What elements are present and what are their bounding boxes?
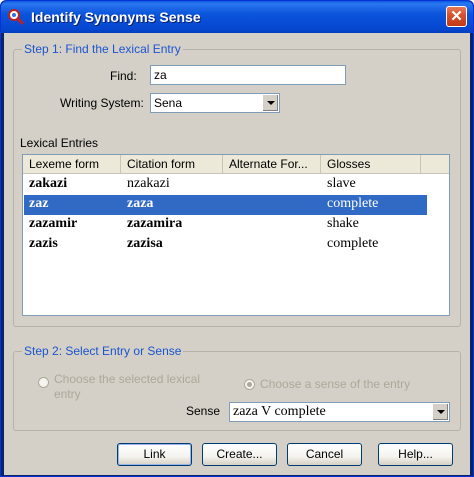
lexeme-cell: zakazi	[29, 176, 68, 191]
radio-choose-entry-label-line2: entry	[54, 387, 81, 401]
column-header-citation-form[interactable]: Citation form	[121, 155, 223, 173]
writing-system-label: Writing System:	[60, 96, 144, 110]
citation-cell: nzakazi	[127, 176, 170, 191]
list-header: Lexeme form Citation form Alternate For.…	[23, 155, 449, 174]
citation-cell: zaza	[127, 196, 154, 211]
synonyms-app-icon	[8, 9, 25, 26]
gloss-cell: complete	[327, 236, 379, 251]
sense-value: zaza V complete	[233, 404, 326, 419]
sense-select[interactable]: zaza V complete	[229, 402, 450, 422]
table-row[interactable]: zakazi nzakazi slave	[24, 175, 427, 195]
table-row-selected[interactable]: zaz zaza complete	[24, 195, 427, 215]
lexeme-cell: zazamir	[29, 216, 78, 231]
lexical-entries-list[interactable]: Lexeme form Citation form Alternate For.…	[22, 154, 450, 316]
citation-cell: zazisa	[127, 236, 163, 251]
column-header-alternate-form[interactable]: Alternate For...	[223, 155, 321, 173]
close-button[interactable]: ✕	[446, 6, 467, 27]
writing-system-value: Sena	[154, 96, 183, 110]
window-title: Identify Synonyms Sense	[31, 9, 201, 25]
step2-group: Step 2: Select Entry or Sense Choose the…	[13, 344, 461, 431]
radio-choose-sense-label: Choose a sense of the entry	[260, 377, 411, 391]
gloss-cell: shake	[327, 216, 359, 231]
cancel-button[interactable]: Cancel	[287, 443, 362, 466]
gloss-cell: slave	[327, 176, 356, 191]
sense-label: Sense	[186, 404, 221, 418]
find-input[interactable]: za	[150, 65, 346, 85]
table-row[interactable]: zazamir zazamira shake	[24, 215, 427, 235]
chevron-down-icon[interactable]	[262, 95, 278, 111]
dialog-window: Identify Synonyms Sense ✕ Step 1: Find t…	[0, 0, 474, 477]
step1-legend: Step 1: Find the Lexical Entry	[22, 42, 183, 56]
lexeme-cell: zazis	[29, 236, 58, 251]
radio-choose-sense[interactable]	[244, 379, 255, 390]
create-button[interactable]: Create...	[202, 443, 277, 466]
table-row[interactable]: zazis zazisa complete	[24, 235, 427, 255]
lexical-entries-label: Lexical Entries	[20, 136, 99, 150]
dialog-client-area: Step 1: Find the Lexical Entry Find: za …	[4, 33, 470, 475]
column-header-lexeme-form[interactable]: Lexeme form	[23, 155, 121, 173]
title-bar[interactable]: Identify Synonyms Sense ✕	[1, 1, 473, 33]
find-label: Find:	[110, 69, 137, 83]
gloss-cell: complete	[327, 196, 379, 211]
column-header-glosses[interactable]: Glosses	[321, 155, 421, 173]
citation-cell: zazamira	[127, 216, 183, 231]
lexeme-cell: zaz	[29, 196, 49, 211]
help-button[interactable]: Help...	[378, 443, 453, 466]
step2-legend: Step 2: Select Entry or Sense	[22, 344, 184, 358]
writing-system-select[interactable]: Sena	[150, 93, 280, 113]
chevron-down-icon[interactable]	[432, 404, 448, 420]
radio-choose-entry[interactable]	[38, 377, 49, 388]
step1-group: Step 1: Find the Lexical Entry Find: za …	[13, 42, 461, 327]
close-icon: ✕	[450, 8, 463, 25]
radio-choose-entry-label-line1: Choose the selected lexical	[54, 372, 201, 386]
link-button[interactable]: Link	[117, 443, 192, 466]
